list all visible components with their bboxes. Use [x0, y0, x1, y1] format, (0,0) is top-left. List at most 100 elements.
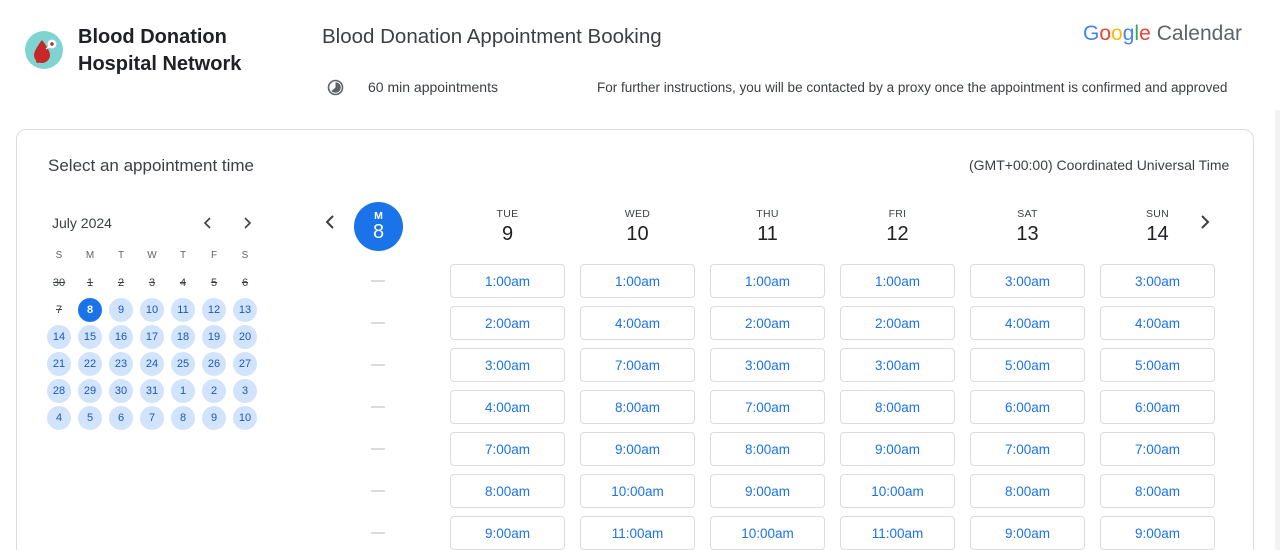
page-scrollbar[interactable]	[1275, 110, 1280, 550]
time-slot-button[interactable]: 9:00am	[710, 474, 825, 508]
time-slot-button[interactable]: 1:00am	[840, 264, 955, 298]
mini-calendar-day[interactable]: 18	[171, 325, 195, 349]
time-slot-button[interactable]: 2:00am	[710, 306, 825, 340]
mini-calendar-day[interactable]: 23	[109, 352, 133, 376]
mini-calendar-day[interactable]: 9	[202, 406, 226, 430]
week-prev-button[interactable]	[320, 212, 340, 232]
mini-calendar-day[interactable]: 21	[47, 352, 71, 376]
time-slot-button[interactable]: 3:00am	[450, 348, 565, 382]
google-calendar-logo: Google Calendar	[1083, 22, 1242, 46]
mini-calendar-day[interactable]: 25	[171, 352, 195, 376]
time-slot-button[interactable]: 5:00am	[1100, 348, 1215, 382]
mini-calendar-day[interactable]: 4	[47, 406, 71, 430]
time-slot-button[interactable]: 7:00am	[970, 432, 1085, 466]
mini-calendar-day[interactable]: 15	[78, 325, 102, 349]
time-slot-button[interactable]: 3:00am	[1100, 264, 1215, 298]
time-slot-button[interactable]: 6:00am	[1100, 390, 1215, 424]
mini-calendar-day[interactable]: 16	[109, 325, 133, 349]
unavailable-slot-marker	[371, 364, 385, 366]
time-slot-button[interactable]: 4:00am	[1100, 306, 1215, 340]
mini-calendar-month: July 2024	[52, 215, 112, 231]
org-logo	[25, 31, 63, 69]
time-slot-button[interactable]: 4:00am	[580, 306, 695, 340]
mini-calendar-day[interactable]: 19	[202, 325, 226, 349]
mini-calendar-day[interactable]: 13	[233, 298, 257, 322]
mini-calendar-day[interactable]: 14	[47, 325, 71, 349]
mini-calendar-day[interactable]: 27	[233, 352, 257, 376]
time-slot-button[interactable]: 7:00am	[710, 390, 825, 424]
mini-calendar-day[interactable]: 9	[109, 298, 133, 322]
mini-calendar-day[interactable]: 17	[140, 325, 164, 349]
day-header-weekday: THU	[756, 208, 779, 220]
time-slot-button[interactable]: 6:00am	[970, 390, 1085, 424]
time-slot-button[interactable]: 10:00am	[840, 474, 955, 508]
mini-calendar-day[interactable]: 22	[78, 352, 102, 376]
time-slot-button[interactable]: 9:00am	[840, 432, 955, 466]
timezone-selector[interactable]: (GMT+00:00) Coordinated Universal Time	[969, 157, 1229, 173]
time-slot-button[interactable]: 7:00am	[580, 348, 695, 382]
time-slot-button[interactable]: 9:00am	[580, 432, 695, 466]
time-slot-button[interactable]: 1:00am	[580, 264, 695, 298]
time-slot-button[interactable]: 5:00am	[970, 348, 1085, 382]
mini-calendar-day[interactable]: 20	[233, 325, 257, 349]
brand-calendar: Calendar	[1156, 22, 1242, 45]
day-header: SUN 14	[1100, 208, 1215, 246]
mini-calendar-weekday: W	[147, 250, 157, 261]
mini-calendar-day[interactable]: 5	[78, 406, 102, 430]
mini-calendar-next-button[interactable]	[237, 213, 257, 233]
mini-calendar-day[interactable]: 1	[171, 379, 195, 403]
day-header-weekday: SUN	[1145, 208, 1170, 220]
mini-calendar-day[interactable]: 7	[140, 406, 164, 430]
time-slot-button[interactable]: 10:00am	[580, 474, 695, 508]
time-slot-button[interactable]: 8:00am	[450, 474, 565, 508]
time-slot-button[interactable]: 3:00am	[840, 348, 955, 382]
mini-calendar-day[interactable]: 28	[47, 379, 71, 403]
mini-calendar-day[interactable]: 6	[109, 406, 133, 430]
time-slot-button[interactable]: 2:00am	[450, 306, 565, 340]
time-slot-button[interactable]: 3:00am	[710, 348, 825, 382]
mini-calendar-day[interactable]: 26	[202, 352, 226, 376]
mini-calendar-day[interactable]: 12	[202, 298, 226, 322]
day-header-weekday: FRI	[888, 208, 907, 220]
mini-calendar-day[interactable]: 30	[109, 379, 133, 403]
mini-calendar-day[interactable]: 31	[140, 379, 164, 403]
mini-calendar-prev-button[interactable]	[198, 213, 218, 233]
time-slot-button[interactable]: 9:00am	[450, 516, 565, 550]
time-slot-button[interactable]: 7:00am	[450, 432, 565, 466]
mini-calendar-day[interactable]: 11	[171, 298, 195, 322]
brand-google: Google	[1083, 22, 1151, 45]
time-slot-button[interactable]: 10:00am	[710, 516, 825, 550]
time-slot-button[interactable]: 4:00am	[970, 306, 1085, 340]
unavailable-slot-marker	[371, 280, 385, 282]
mini-calendar-weekday: M	[85, 250, 95, 261]
time-slot-button[interactable]: 8:00am	[710, 432, 825, 466]
mini-calendar-day-selected[interactable]: 8	[78, 298, 102, 322]
mini-calendar-day: 30	[52, 277, 66, 289]
mini-calendar-day[interactable]: 3	[233, 379, 257, 403]
mini-calendar-day[interactable]: 10	[140, 298, 164, 322]
time-slot-button[interactable]: 9:00am	[1100, 516, 1215, 550]
day-header-date: 10	[626, 223, 649, 245]
time-slot-button[interactable]: 2:00am	[840, 306, 955, 340]
time-slot-button[interactable]: 9:00am	[970, 516, 1085, 550]
time-slot-button[interactable]: 4:00am	[450, 390, 565, 424]
time-slot-button[interactable]: 1:00am	[450, 264, 565, 298]
time-slot-button[interactable]: 3:00am	[970, 264, 1085, 298]
mini-calendar-day[interactable]: 2	[202, 379, 226, 403]
time-slot-button[interactable]: 8:00am	[970, 474, 1085, 508]
chevron-left-icon	[203, 217, 211, 229]
unavailable-slot-marker	[371, 490, 385, 492]
mini-calendar-day[interactable]: 10	[233, 406, 257, 430]
duration-label: 60 min appointments	[368, 79, 498, 95]
time-slot-button[interactable]: 8:00am	[840, 390, 955, 424]
time-slot-button[interactable]: 8:00am	[580, 390, 695, 424]
today-indicator[interactable]: M 8	[354, 202, 403, 251]
time-slot-button[interactable]: 11:00am	[580, 516, 695, 550]
time-slot-button[interactable]: 11:00am	[840, 516, 955, 550]
time-slot-button[interactable]: 8:00am	[1100, 474, 1215, 508]
mini-calendar-day[interactable]: 29	[78, 379, 102, 403]
mini-calendar-day[interactable]: 24	[140, 352, 164, 376]
mini-calendar-day[interactable]: 8	[171, 406, 195, 430]
time-slot-button[interactable]: 1:00am	[710, 264, 825, 298]
time-slot-button[interactable]: 7:00am	[1100, 432, 1215, 466]
